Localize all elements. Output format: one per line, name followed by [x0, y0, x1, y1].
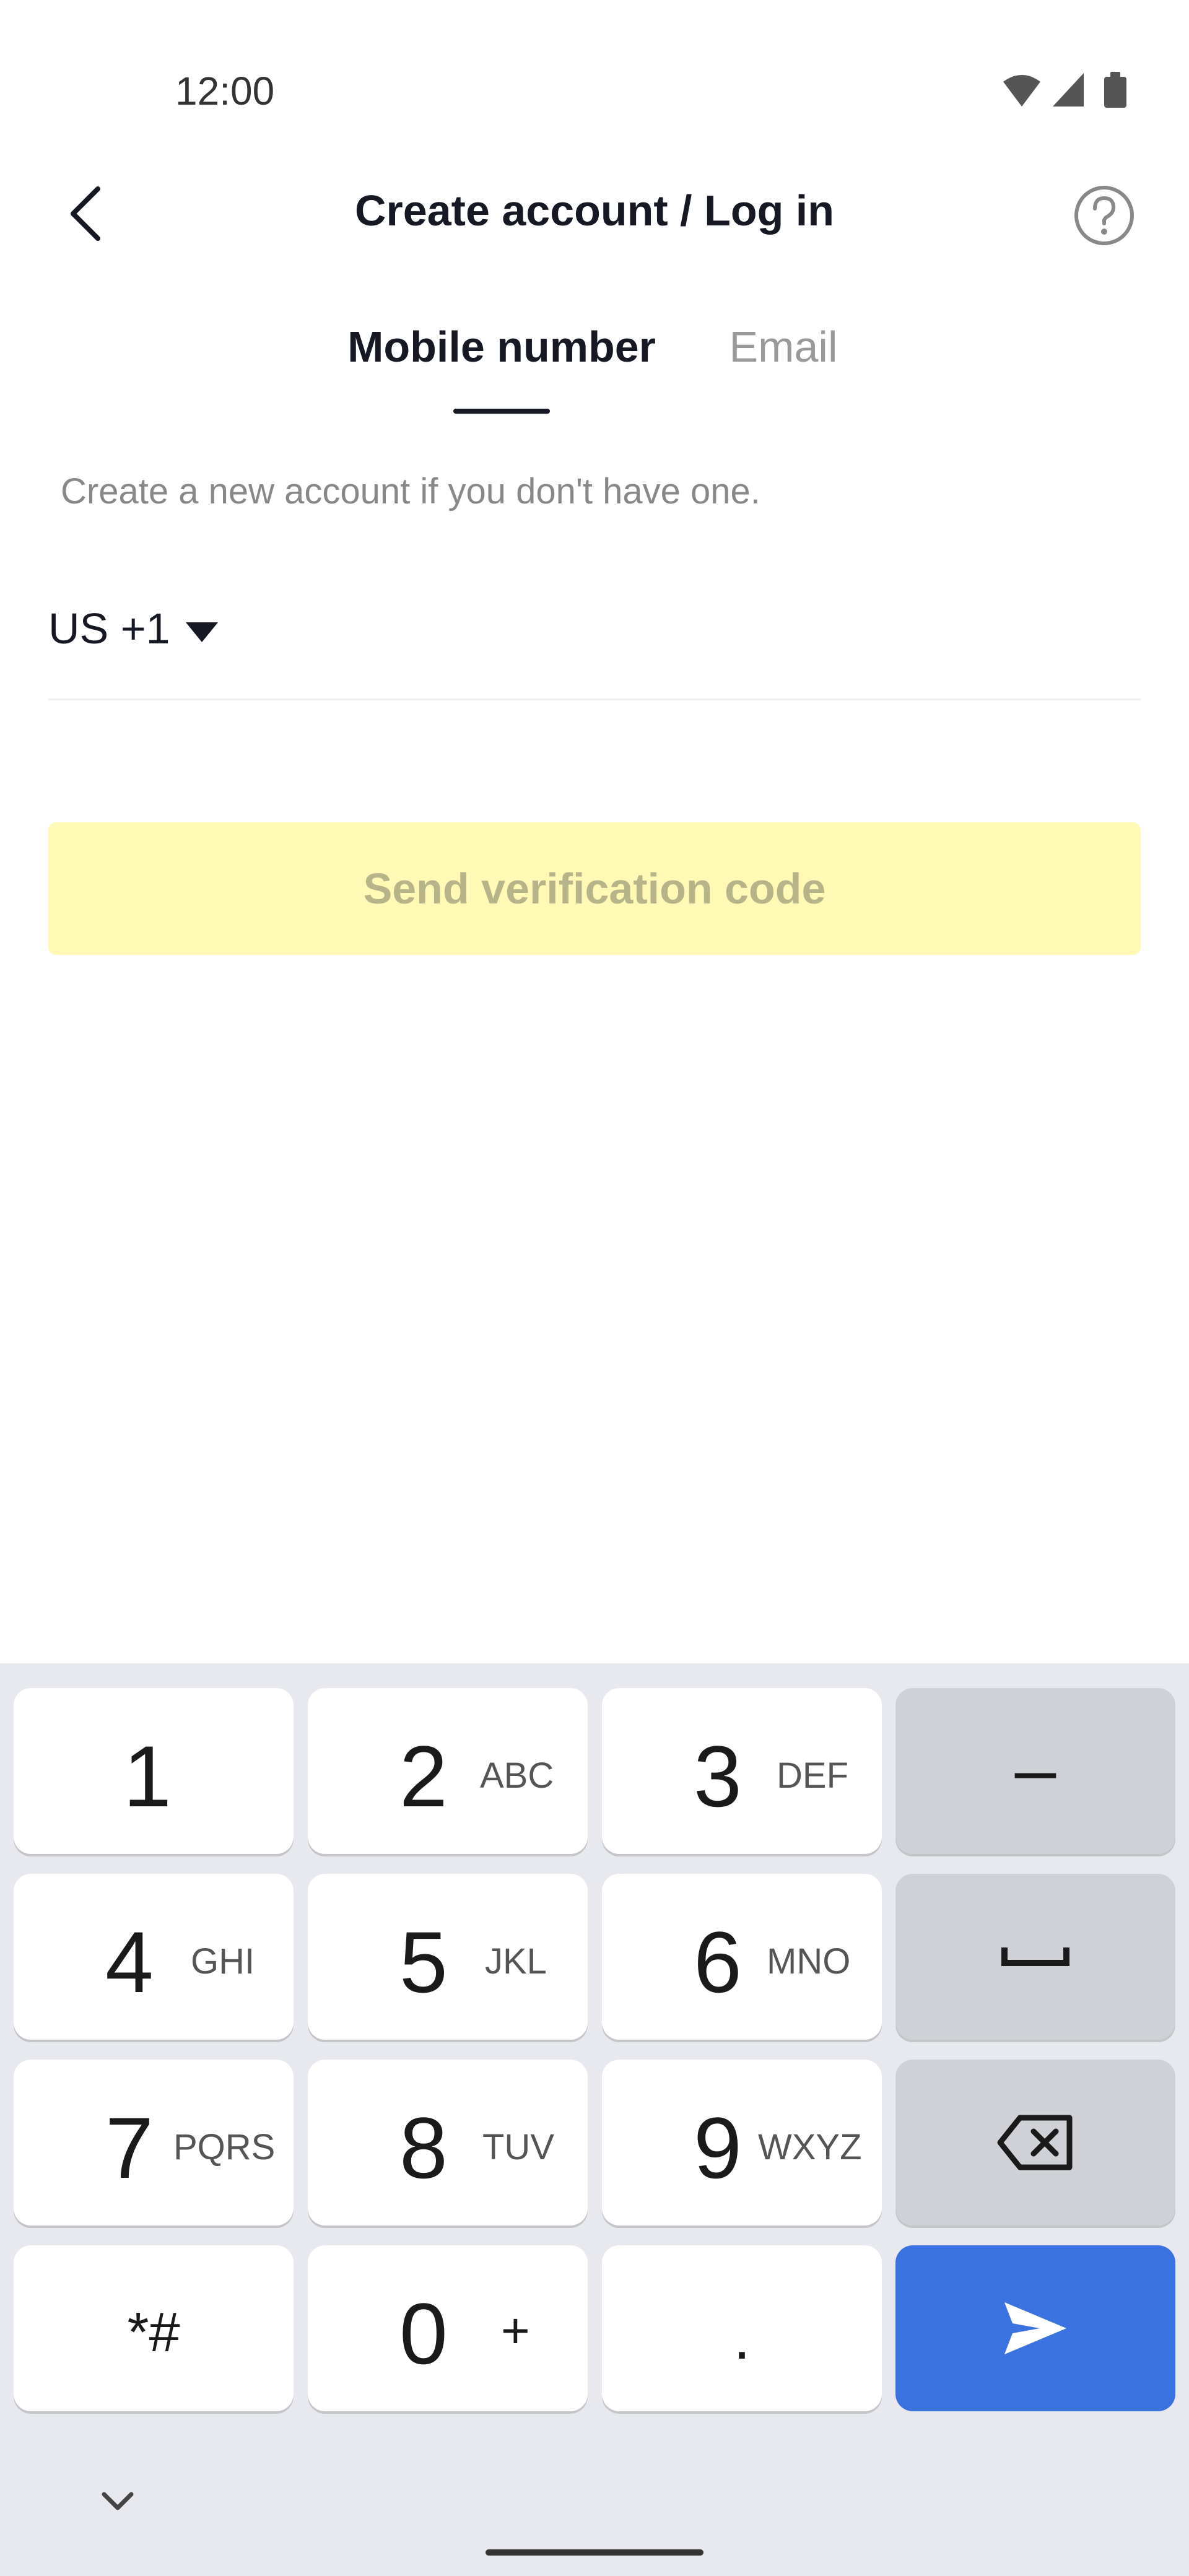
- space-key[interactable]: [895, 1874, 1175, 2040]
- key-digit: 3: [694, 1728, 742, 1825]
- send-verification-code-label: Send verification code: [363, 864, 826, 913]
- keyboard-collapse-button[interactable]: [93, 2476, 142, 2525]
- country-code-label: US +1: [48, 604, 170, 653]
- key-star-hash[interactable]: *#: [14, 2245, 294, 2411]
- key-digit: *#: [127, 2302, 180, 2364]
- space-bar-icon: [1001, 1947, 1069, 1966]
- key-0[interactable]: 0 +: [308, 2245, 588, 2411]
- key-letters: GHI: [191, 1941, 255, 1982]
- status-time: 12:00: [175, 69, 275, 113]
- key-digit: 5: [399, 1913, 448, 2011]
- key-digit: 9: [694, 2099, 742, 2196]
- key-letters: ABC: [480, 1756, 554, 1796]
- key-digit: 0: [399, 2285, 448, 2382]
- help-circle-icon: [1074, 186, 1134, 245]
- key-letters: WXYZ: [758, 2127, 862, 2167]
- battery-icon: [1104, 72, 1126, 108]
- country-code-selector[interactable]: US +1: [48, 604, 218, 659]
- gesture-nav-handle[interactable]: [486, 2549, 703, 2556]
- key-period[interactable]: .: [602, 2245, 882, 2411]
- caret-down-icon: [186, 622, 218, 642]
- key-1[interactable]: 1: [14, 1688, 294, 1854]
- key-9[interactable]: 9 WXYZ: [602, 2060, 882, 2226]
- help-button[interactable]: [1071, 183, 1137, 248]
- key-3[interactable]: 3 DEF: [602, 1688, 882, 1854]
- key-8[interactable]: 8 TUV: [308, 2060, 588, 2226]
- key-letters: PQRS: [173, 2127, 276, 2167]
- key-letters: MNO: [767, 1941, 851, 1982]
- chevron-down-icon: [102, 2492, 134, 2510]
- minus-key[interactable]: –: [895, 1688, 1175, 1854]
- key-letters: JKL: [485, 1941, 547, 1982]
- key-5[interactable]: 5 JKL: [308, 1874, 588, 2040]
- phone-number-input[interactable]: [260, 594, 1139, 663]
- backspace-icon: [997, 2115, 1073, 2170]
- key-6[interactable]: 6 MNO: [602, 1874, 882, 2040]
- field-divider: [48, 698, 1141, 700]
- key-digit: 6: [694, 1913, 742, 2011]
- key-2[interactable]: 2 ABC: [308, 1688, 588, 1854]
- wifi-icon: [1003, 75, 1040, 107]
- key-digit: 8: [399, 2099, 448, 2196]
- tab-email[interactable]: Email: [725, 322, 842, 372]
- key-digit: 4: [105, 1913, 154, 2011]
- key-digit: 2: [399, 1728, 448, 1825]
- key-letters: +: [501, 2303, 530, 2358]
- tab-mobile-number[interactable]: Mobile number: [347, 322, 656, 372]
- key-letters: TUV: [482, 2127, 554, 2167]
- active-tab-indicator: [453, 409, 550, 414]
- key-7[interactable]: 7 PQRS: [14, 2060, 294, 2226]
- send-arrow-icon: [1004, 2302, 1066, 2354]
- helper-text: Create a new account if you don't have o…: [61, 471, 760, 511]
- key-4[interactable]: 4 GHI: [14, 1874, 294, 2040]
- key-letters: DEF: [777, 1756, 848, 1796]
- send-key[interactable]: [895, 2245, 1175, 2411]
- minus-symbol: –: [1014, 1728, 1056, 1811]
- page-title: Create account / Log in: [355, 186, 834, 235]
- key-digit: 7: [105, 2099, 154, 2196]
- numeric-keyboard: 1 2 ABC 3 DEF – 4 GHI 5 JKL 6 MNO 7 PQRS…: [0, 1663, 1189, 2576]
- key-digit: .: [733, 2303, 751, 2372]
- key-digit: 1: [123, 1728, 172, 1825]
- status-icons: [991, 68, 1139, 118]
- send-verification-code-button[interactable]: Send verification code: [48, 822, 1141, 955]
- backspace-key[interactable]: [895, 2060, 1175, 2226]
- cellular-icon: [1053, 73, 1084, 107]
